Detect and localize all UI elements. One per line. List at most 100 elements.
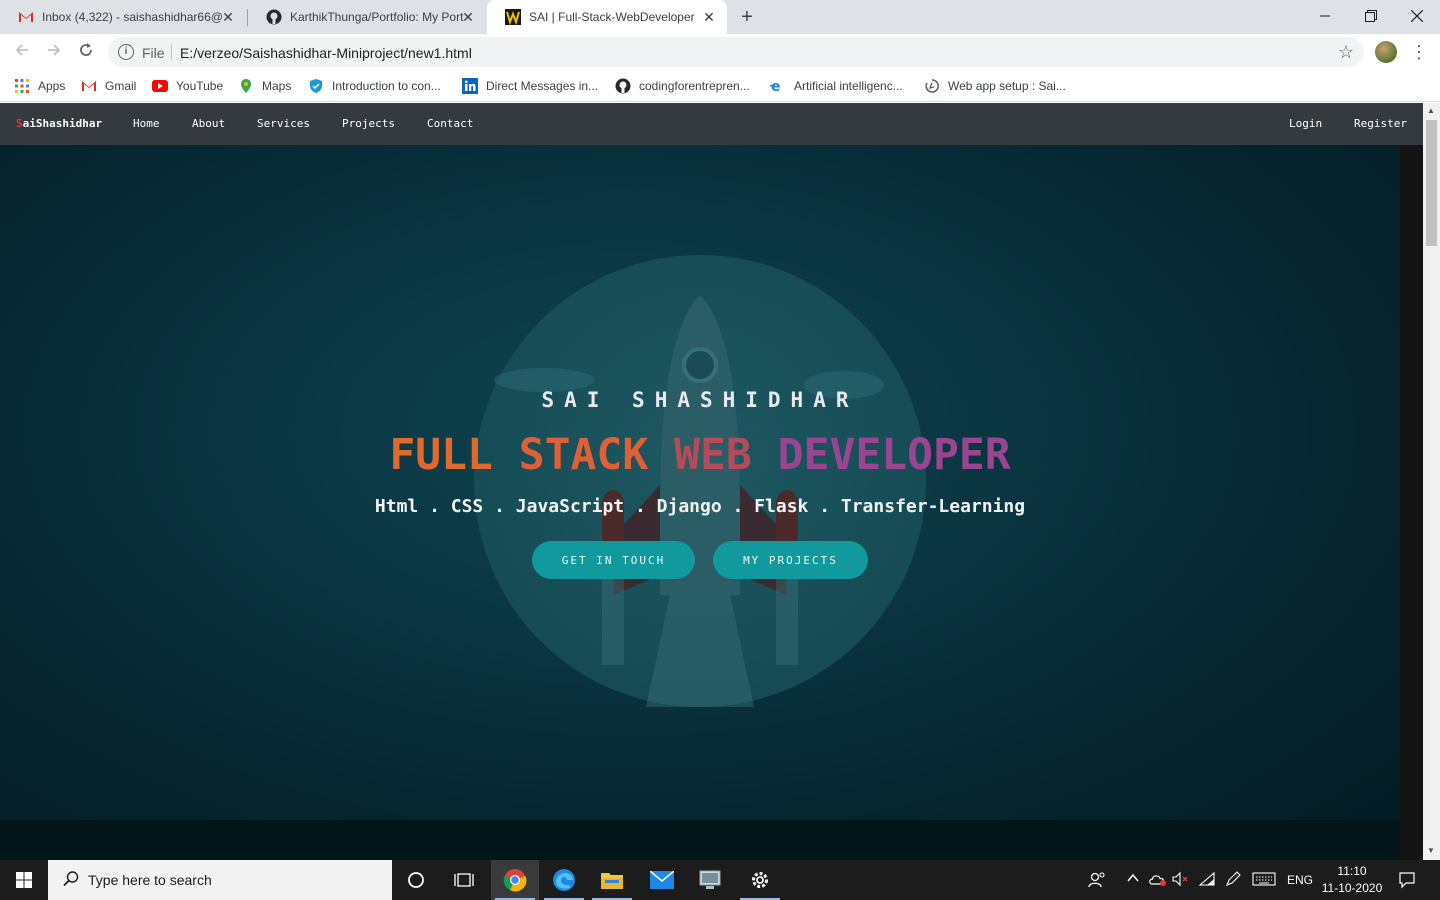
rocket-illustration: [494, 295, 884, 707]
bookmark-maps[interactable]: Maps: [238, 77, 291, 95]
new-tab-button[interactable]: +: [736, 6, 758, 28]
tab-github[interactable]: KarthikThunga/Portfolio: My Port ✕: [248, 0, 486, 34]
nav-link-services[interactable]: Services: [257, 117, 310, 130]
tab-gmail[interactable]: Inbox (4,322) - saishashidhar66@ ✕: [0, 0, 246, 34]
scroll-down-icon[interactable]: ▼: [1427, 846, 1435, 855]
scroll-up-icon[interactable]: ▲: [1427, 106, 1435, 115]
get-in-touch-button[interactable]: GET IN TOUCH: [532, 541, 695, 579]
bookmark-label: Maps: [262, 79, 292, 93]
site-icon: [505, 9, 521, 25]
tab-title: SAI | Full-Stack-WebDeveloper: [529, 10, 695, 24]
mail-icon: [650, 871, 674, 889]
restore-icon: [1365, 10, 1377, 22]
language-indicator[interactable]: ENG: [1287, 873, 1313, 887]
address-bar[interactable]: i File E:/verzeo/Saishashidhar-Miniproje…: [108, 37, 1364, 67]
bookmark-label: codingforentrepren...: [639, 79, 750, 93]
system-clock[interactable]: 11:10 11-10-2020: [1316, 863, 1388, 897]
page-viewport: SaiShashidhar Home About Services Projec…: [0, 103, 1440, 860]
bookmark-label: Introduction to con...: [332, 79, 441, 93]
address-divider: [171, 44, 172, 60]
back-arrow-icon: [15, 44, 28, 56]
page-scrollbar[interactable]: ▲ ▼: [1423, 103, 1440, 860]
cortana-button[interactable]: [392, 860, 440, 900]
next-section-edge: [0, 820, 1400, 860]
url-text[interactable]: E:/verzeo/Saishashidhar-Miniproject/new1…: [180, 45, 472, 61]
github-icon: [615, 78, 631, 94]
apps-grid-icon: [15, 79, 29, 93]
bookmark-direct-messages[interactable]: Direct Messages in...: [462, 77, 598, 95]
bookmark-label: Gmail: [105, 79, 137, 93]
hero-background-circle: [474, 255, 926, 707]
bookmark-codingforentrepreneurs[interactable]: codingforentrepren...: [615, 77, 750, 95]
bookmark-label: Direct Messages in...: [486, 79, 599, 93]
onedrive-icon[interactable]: [1148, 871, 1168, 890]
close-window-button[interactable]: [1394, 0, 1440, 32]
info-icon[interactable]: i: [118, 44, 134, 60]
taskbar-control-panel[interactable]: [686, 860, 734, 900]
clock-time: 11:10: [1337, 864, 1367, 878]
nav-link-register[interactable]: Register: [1354, 117, 1407, 130]
url-scheme: File: [142, 45, 165, 61]
people-icon[interactable]: [1088, 871, 1106, 892]
bookmark-apps[interactable]: Apps: [14, 77, 65, 95]
close-icon[interactable]: ✕: [220, 9, 236, 25]
hero-title: FULL STACK WEB DEVELOPER: [0, 430, 1400, 480]
title-word: DEVELOPER: [777, 430, 1011, 480]
site-brand[interactable]: SaiShashidhar: [16, 117, 102, 130]
volume-muted-icon[interactable]: [1172, 871, 1190, 890]
reload-button[interactable]: [74, 40, 98, 64]
nav-link-login[interactable]: Login: [1289, 117, 1322, 130]
close-icon[interactable]: ✕: [701, 9, 717, 25]
people-icon-glyph: [1088, 872, 1105, 888]
bookmark-youtube[interactable]: YouTube: [152, 77, 223, 95]
notification-glyph: [1399, 872, 1415, 889]
forward-arrow-icon: [48, 44, 61, 56]
bookmark-web-app-setup[interactable]: Web app setup : Sai...: [924, 77, 1066, 95]
bookmark-artificial-intelligence[interactable]: e Artificial intelligenc...: [770, 77, 903, 95]
brand-initial: S: [16, 117, 23, 130]
pen-icon[interactable]: [1224, 871, 1242, 890]
my-projects-button[interactable]: MY PROJECTS: [713, 541, 868, 579]
title-word: STACK: [518, 430, 649, 480]
start-button[interactable]: [0, 860, 48, 900]
cloud-icon: [1149, 875, 1166, 886]
scrollbar-thumb[interactable]: [1426, 120, 1437, 246]
wifi-icon[interactable]: [1198, 871, 1216, 890]
bookmark-star-icon[interactable]: ☆: [1338, 42, 1354, 63]
forward-button[interactable]: [42, 40, 66, 64]
nav-link-home[interactable]: Home: [133, 117, 160, 130]
folder-icon: [601, 873, 623, 889]
bookmark-introduction[interactable]: Introduction to con...: [308, 77, 441, 95]
task-view-button[interactable]: [440, 860, 488, 900]
wifi-glyph: [1198, 871, 1215, 886]
profile-avatar[interactable]: [1375, 41, 1397, 63]
taskbar-settings[interactable]: [736, 860, 784, 900]
keyboard-icon[interactable]: [1252, 871, 1276, 890]
search-placeholder: Type here to search: [88, 872, 212, 888]
menu-kebab-icon[interactable]: ⋮: [1410, 40, 1428, 64]
browser-toolbar: i File E:/verzeo/Saishashidhar-Miniproje…: [0, 34, 1440, 70]
taskbar-chrome[interactable]: [491, 860, 539, 900]
taskbar-search[interactable]: Type here to search: [48, 860, 392, 900]
chevron-up-icon[interactable]: [1126, 871, 1140, 888]
hero-section: SAI SHASHIDHAR FULL STACK WEB DEVELOPER …: [0, 145, 1400, 860]
back-button[interactable]: [10, 40, 34, 64]
close-icon[interactable]: ✕: [460, 9, 476, 25]
nav-link-contact[interactable]: Contact: [427, 117, 473, 130]
speaker-icon: [1172, 871, 1188, 887]
taskbar-edge[interactable]: [540, 860, 588, 900]
notification-icon[interactable]: [1398, 871, 1416, 892]
taskbar-file-explorer[interactable]: [588, 860, 636, 900]
tab-portfolio[interactable]: SAI | Full-Stack-WebDeveloper ✕: [487, 0, 727, 34]
github-icon: [266, 9, 282, 25]
nav-link-projects[interactable]: Projects: [342, 117, 395, 130]
bookmark-gmail[interactable]: Gmail: [81, 77, 136, 95]
windows-logo-icon: [16, 872, 32, 888]
restore-button[interactable]: [1348, 0, 1394, 32]
task-view-icon: [454, 873, 474, 887]
minimize-button[interactable]: [1302, 0, 1348, 32]
taskbar-mail[interactable]: [638, 860, 686, 900]
title-word: FULL: [389, 430, 493, 480]
bookmark-label: Apps: [38, 79, 66, 93]
nav-link-about[interactable]: About: [192, 117, 225, 130]
